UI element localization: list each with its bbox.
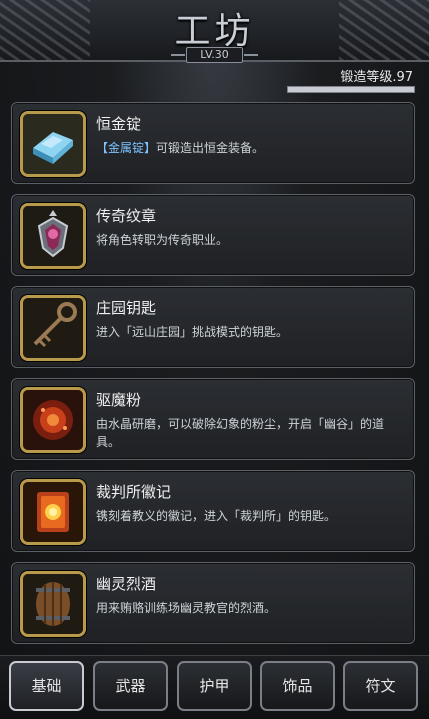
item-name: 驱魔粉 [96, 391, 142, 409]
tab-accessories[interactable]: 饰品 [260, 661, 335, 711]
metal-ingot-icon [23, 114, 83, 174]
tab-weapons[interactable]: 武器 [93, 661, 168, 711]
forge-level-progress-fill [288, 87, 414, 92]
item-description: 将角色转职为传奇职业。 [96, 233, 229, 247]
item-description-highlight: 【金属锭】 [96, 141, 157, 155]
item-description: 用来贿赂训练场幽灵教官的烈酒。 [96, 601, 277, 615]
category-tab-bar: 基础 武器 护甲 饰品 符文 [0, 655, 429, 719]
legend-crest-icon [23, 206, 83, 266]
item-slot [20, 479, 86, 545]
tab-armor[interactable]: 护甲 [177, 661, 252, 711]
item-slot [20, 111, 86, 177]
forge-level-label: 锻造等级.97 [340, 70, 413, 85]
item-list[interactable]: 恒金锭 【金属锭】可锻造出恒金装备。 传奇纹章 将角色转职为传奇职业。 庄园钥匙… [11, 102, 415, 650]
ghost-liquor-barrel-icon [23, 574, 83, 634]
game-window: 工坊 LV.30 锻造等级.97 恒金锭 【金属锭】可锻造出恒金装备。 传奇纹章… [0, 0, 429, 719]
item-description: 【金属锭】可锻造出恒金装备。 [96, 139, 401, 157]
header: 工坊 LV.30 [0, 0, 429, 63]
tab-runes[interactable]: 符文 [343, 661, 418, 711]
list-item-manor-key[interactable]: 庄园钥匙 进入「远山庄园」挑战模式的钥匙。 [11, 286, 415, 368]
item-description-text: 可锻造出恒金装备。 [156, 141, 265, 155]
item-slot [20, 203, 86, 269]
item-name: 庄园钥匙 [96, 299, 157, 317]
tribunal-emblem-icon [23, 482, 83, 542]
item-slot [20, 295, 86, 361]
list-item-tribunal-emblem[interactable]: 裁判所徽记 镌刻着教义的徽记，进入「裁判所」的钥匙。 [11, 470, 415, 552]
list-item-ghost-liquor[interactable]: 幽灵烈酒 用来贿赂训练场幽灵教官的烈酒。 [11, 562, 415, 644]
forge-level-progress-bar [287, 86, 415, 93]
item-slot [20, 387, 86, 453]
manor-key-icon [23, 298, 83, 358]
list-item-exorcism-powder[interactable]: 驱魔粉 由水晶研磨，可以破除幻象的粉尘，开启「幽谷」的道具。 [11, 378, 415, 460]
list-item-legend-crest[interactable]: 传奇纹章 将角色转职为传奇职业。 [11, 194, 415, 276]
item-description: 进入「远山庄园」挑战模式的钥匙。 [96, 325, 289, 339]
item-name: 恒金锭 [96, 115, 142, 133]
item-name: 传奇纹章 [96, 207, 157, 225]
item-name: 幽灵烈酒 [96, 575, 157, 593]
list-item-metal-ingot[interactable]: 恒金锭 【金属锭】可锻造出恒金装备。 [11, 102, 415, 184]
tab-basic[interactable]: 基础 [9, 661, 84, 711]
item-description: 镌刻着教义的徽记，进入「裁判所」的钥匙。 [96, 509, 337, 523]
item-slot [20, 571, 86, 637]
level-badge: LV.30 [171, 47, 258, 63]
item-description: 由水晶研磨，可以破除幻象的粉尘，开启「幽谷」的道具。 [96, 417, 385, 449]
exorcism-powder-icon [23, 390, 83, 450]
item-name: 裁判所徽记 [96, 483, 172, 501]
